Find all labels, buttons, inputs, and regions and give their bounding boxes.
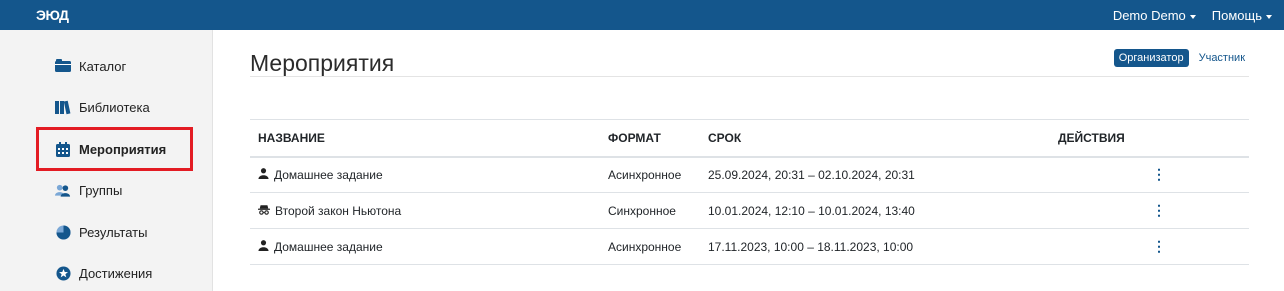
chevron-down-icon	[1189, 14, 1196, 19]
folder-icon	[55, 58, 71, 74]
event-period: 25.09.2024, 20:31 – 02.10.2024, 20:31	[700, 156, 1050, 193]
table-header-row: НАЗВАНИЕ ФОРМАТ СРОК ДЕЙСТВИЯ	[250, 119, 1249, 158]
event-format: Асинхронное	[600, 228, 700, 265]
sidebar-item-catalog[interactable]: Каталог	[55, 58, 126, 74]
event-period: 10.01.2024, 12:10 – 10.01.2024, 13:40	[700, 192, 1050, 229]
more-actions-icon[interactable]: ⋮	[1058, 202, 1166, 218]
star-icon	[55, 265, 71, 281]
sidebar-item-label: Каталог	[79, 58, 127, 74]
top-nav-menus: Demo Demo Помощь	[1113, 8, 1272, 23]
user-menu[interactable]: Demo Demo	[1113, 8, 1196, 23]
table-row[interactable]: Второй закон Ньютона Синхронное 10.01.20…	[250, 192, 1249, 229]
help-menu[interactable]: Помощь	[1212, 8, 1272, 23]
highlight-box	[36, 127, 193, 171]
table-row[interactable]: Домашнее задание Асинхронное 17.11.2023,…	[250, 228, 1249, 265]
sidebar-item-library[interactable]: Библиотека	[55, 99, 150, 115]
user-icon	[258, 239, 269, 254]
pie-chart-icon	[55, 224, 71, 240]
event-period: 17.11.2023, 10:00 – 18.11.2023, 10:00	[700, 228, 1050, 265]
user-menu-label: Demo Demo	[1112, 8, 1186, 23]
event-format: Асинхронное	[600, 156, 700, 193]
events-table: НАЗВАНИЕ ФОРМАТ СРОК ДЕЙСТВИЯ Домашнее з…	[250, 119, 1249, 265]
page-title: Мероприятия	[250, 50, 395, 76]
sidebar-item-achievements[interactable]: Достижения	[55, 265, 152, 281]
sidebar-item-label: Результаты	[79, 224, 148, 240]
sidebar-item-label: Достижения	[79, 265, 153, 281]
sidebar-item-groups[interactable]: Группы	[55, 182, 122, 198]
sidebar-item-label: Группы	[79, 182, 123, 198]
chevron-down-icon	[1266, 14, 1272, 19]
more-actions-icon[interactable]: ⋮	[1058, 238, 1166, 254]
event-name[interactable]: Второй закон Ньютона	[275, 204, 401, 218]
divider	[250, 76, 1249, 77]
top-navbar: ЭЮД Demo Demo Помощь	[0, 0, 1284, 30]
role-toggle: Организатор Участник	[1113, 49, 1250, 67]
app-logo[interactable]: ЭЮД	[36, 7, 69, 23]
sidebar-item-results[interactable]: Результаты	[55, 224, 147, 240]
event-name[interactable]: Домашнее задание	[274, 240, 383, 254]
column-header-name[interactable]: НАЗВАНИЕ	[250, 119, 600, 158]
event-name[interactable]: Домашнее задание	[274, 168, 383, 182]
column-header-format[interactable]: ФОРМАТ	[600, 119, 700, 158]
role-organizer-button[interactable]: Организатор	[1113, 49, 1189, 67]
column-header-actions: ДЕЙСТВИЯ	[1050, 119, 1249, 158]
role-participant-button[interactable]: Участник	[1194, 49, 1250, 67]
event-format: Синхронное	[600, 192, 700, 229]
sidebar-item-label: Библиотека	[79, 99, 150, 115]
user-icon	[258, 167, 269, 182]
users-icon	[55, 182, 71, 198]
more-actions-icon[interactable]: ⋮	[1058, 166, 1166, 182]
help-menu-label: Помощь	[1211, 8, 1262, 23]
table-row[interactable]: Домашнее задание Асинхронное 25.09.2024,…	[250, 156, 1249, 193]
books-icon	[55, 99, 71, 115]
column-header-period[interactable]: СРОК	[700, 119, 1050, 158]
incognito-icon	[258, 204, 270, 218]
